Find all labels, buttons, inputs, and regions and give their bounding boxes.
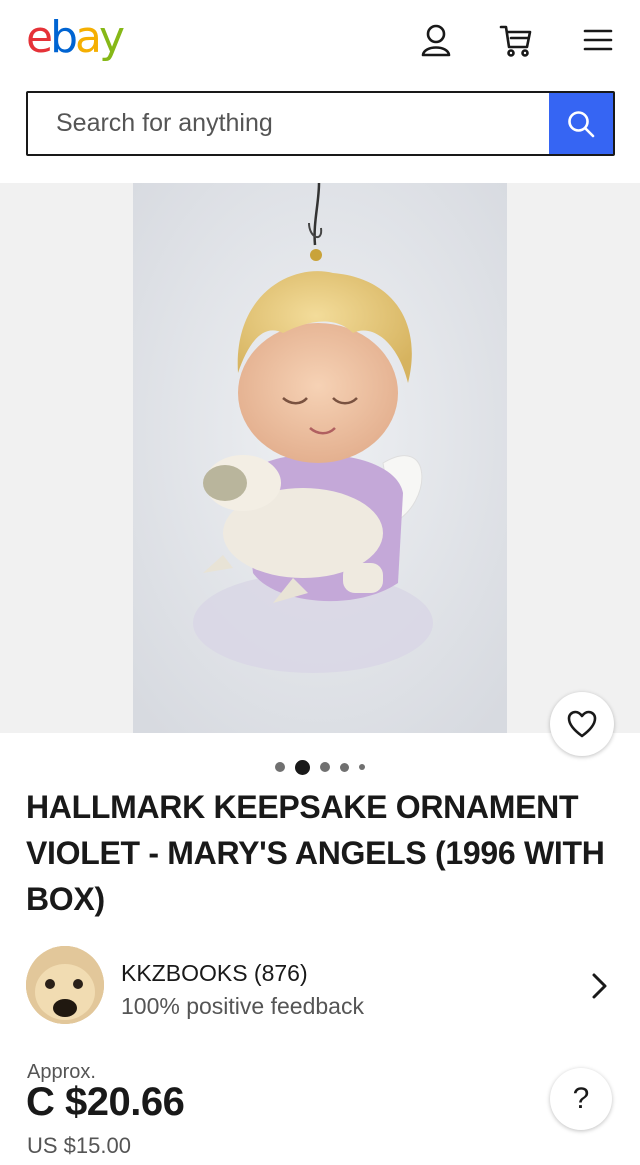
seller-card[interactable]: KKZBOOKS (876) 100% positive feedback [26, 946, 616, 1028]
pagination-dot-active[interactable] [295, 759, 310, 775]
heart-icon [567, 710, 597, 738]
logo-letter-b: b [50, 12, 78, 63]
logo-letter-e: e [26, 12, 53, 63]
gallery-pagination [0, 757, 640, 777]
chevron-right-icon[interactable] [588, 970, 612, 1002]
seller-name[interactable]: KKZBOOKS (876) [121, 960, 308, 987]
original-price: US $15.00 [27, 1133, 131, 1158]
logo-letter-a: a [75, 12, 102, 63]
pagination-dot[interactable] [340, 762, 349, 772]
search-icon [568, 110, 595, 137]
watchlist-button[interactable] [550, 692, 614, 756]
help-button[interactable]: ? [550, 1068, 612, 1130]
seller-feedback: 100% positive feedback [121, 993, 364, 1019]
seller-avatar [26, 946, 104, 1024]
pagination-dot[interactable] [359, 764, 365, 770]
logo-letter-y: y [98, 12, 125, 63]
search-input[interactable] [28, 93, 549, 154]
menu-icon[interactable] [580, 22, 616, 58]
converted-price: C $20.66 [26, 1080, 185, 1124]
product-photo[interactable] [133, 183, 507, 733]
pagination-dot[interactable] [275, 762, 285, 772]
angel-ornament-image [133, 183, 507, 733]
search-button[interactable] [549, 93, 613, 154]
header: ebay [0, 0, 640, 80]
cart-icon[interactable] [498, 22, 534, 58]
listing-title: HALLMARK KEEPSAKE ORNAMENT VIOLET - MARY… [26, 789, 605, 917]
search-bar [26, 91, 615, 156]
account-icon[interactable] [418, 22, 454, 58]
ebay-logo[interactable]: ebay [26, 12, 125, 64]
image-gallery[interactable] [0, 183, 640, 733]
pagination-dot[interactable] [320, 762, 330, 772]
